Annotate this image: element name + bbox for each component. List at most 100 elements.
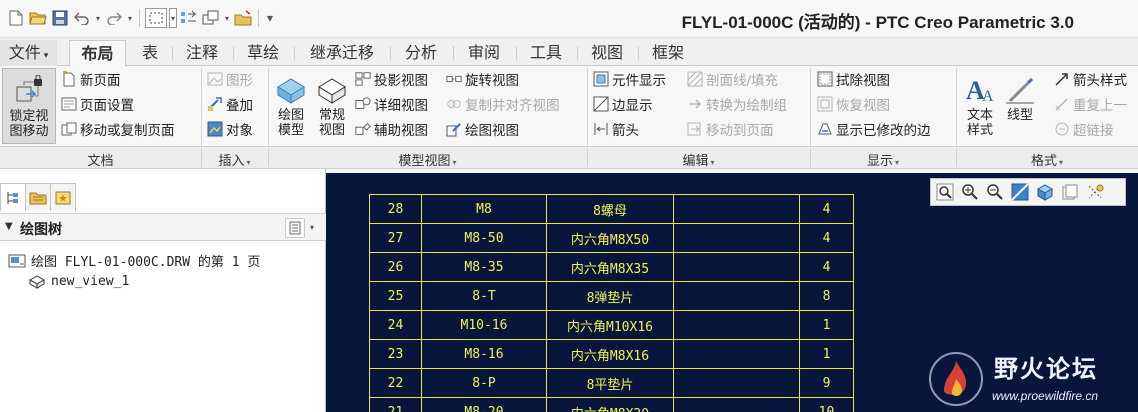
hyperlink-button[interactable]: 超链接 bbox=[1054, 118, 1114, 140]
repaint-icon[interactable] bbox=[1009, 181, 1031, 203]
revolved-view-button[interactable]: 旋转视图 bbox=[446, 68, 519, 90]
element-display-button[interactable]: 元件显示 bbox=[593, 68, 666, 90]
chevron-down-icon: ▾ bbox=[1059, 158, 1064, 167]
object-button[interactable]: 对象 bbox=[207, 118, 253, 140]
drawing-view-icon bbox=[446, 121, 462, 137]
chevron-down-icon: ▾ bbox=[895, 158, 900, 167]
copy-align-view-button[interactable]: 复制并对齐视图 bbox=[446, 93, 560, 115]
general-view-button[interactable]: 常规视图 bbox=[311, 68, 353, 144]
annotation-display-icon[interactable] bbox=[1084, 181, 1106, 203]
sheets-icon[interactable] bbox=[1059, 181, 1081, 203]
group-label-format[interactable]: 格式 ▾ bbox=[956, 150, 1138, 169]
tab-model-tree[interactable] bbox=[0, 183, 26, 211]
button-label: 边显示 bbox=[612, 98, 653, 114]
group-label-model-views[interactable]: 模型视图 ▾ bbox=[268, 150, 587, 169]
overlay-button[interactable]: 叠加 bbox=[207, 93, 253, 115]
table-cell-name: 内六角M8X50 bbox=[546, 223, 674, 253]
tab-separator bbox=[172, 46, 173, 60]
drawing-canvas[interactable]: 28 M8 8螺母 4 27 M8-50 内六角M8X50 4 26 M8-35 内六角M8X35 4… bbox=[326, 169, 1138, 412]
select-dropdown-icon[interactable]: ▾ bbox=[169, 8, 177, 28]
button-label: 箭头样式 bbox=[1073, 73, 1127, 89]
tab-framework[interactable]: 框架 bbox=[640, 40, 696, 66]
page-setup-button[interactable]: 页面设置 bbox=[61, 93, 134, 115]
tab-separator bbox=[516, 46, 517, 60]
move-copy-page-button[interactable]: 移动或复制页面 bbox=[61, 118, 175, 140]
navigator-panel: ▼ 绘图树 ▾ 绘图 FLYL-01-000C.DRW 的第 1 页 new_v… bbox=[0, 169, 326, 412]
tab-table[interactable]: 表 bbox=[130, 40, 170, 66]
save-icon[interactable] bbox=[50, 8, 70, 28]
copy-align-icon bbox=[446, 96, 462, 112]
model-tree-icon bbox=[7, 191, 18, 204]
drawing-model-button[interactable]: 绘图模型 bbox=[270, 68, 312, 144]
customize-toolbar-icon[interactable]: ▼ bbox=[264, 8, 276, 28]
tab-file[interactable]: 文件 ▾ bbox=[0, 40, 57, 66]
convert-to-draft-group-button[interactable]: 转换为绘制组 bbox=[687, 93, 787, 115]
tree-node-view[interactable]: new_view_1 bbox=[28, 273, 129, 289]
tab-annotate[interactable]: 注释 bbox=[174, 40, 230, 66]
open-folder-icon[interactable] bbox=[28, 8, 48, 28]
regenerate-icon[interactable] bbox=[179, 8, 199, 28]
edge-display-button[interactable]: 边显示 bbox=[593, 93, 653, 115]
select-box-icon[interactable] bbox=[145, 8, 167, 28]
button-label: 旋转视图 bbox=[465, 73, 519, 89]
show-modified-edges-button[interactable]: 显示已修改的边 bbox=[817, 118, 931, 140]
tab-favorites[interactable] bbox=[50, 183, 76, 211]
tab-folder-browser[interactable] bbox=[25, 183, 51, 211]
repeat-last-button[interactable]: 重复上一 bbox=[1054, 93, 1127, 115]
table-cell-note bbox=[673, 339, 800, 369]
tab-sketch[interactable]: 草绘 bbox=[235, 40, 291, 66]
tab-legacy-migration[interactable]: 继承迁移 bbox=[296, 40, 388, 66]
auxiliary-view-button[interactable]: 辅助视图 bbox=[355, 118, 428, 140]
windows-dropdown-icon[interactable]: ▾ bbox=[223, 8, 231, 28]
tab-view[interactable]: 视图 bbox=[579, 40, 635, 66]
chevron-down-icon: ▾ bbox=[710, 158, 715, 167]
tree-settings-button[interactable] bbox=[285, 218, 305, 238]
group-label-edit[interactable]: 编辑 ▾ bbox=[587, 150, 810, 169]
detailed-view-button[interactable]: 详细视图 bbox=[355, 93, 428, 115]
tab-separator bbox=[390, 46, 391, 60]
text-style-button[interactable]: AA 文本样式 bbox=[960, 68, 1000, 144]
windows-icon[interactable] bbox=[201, 8, 221, 28]
tab-tools[interactable]: 工具 bbox=[518, 40, 574, 66]
arrow-button[interactable]: 箭头 bbox=[593, 118, 639, 140]
redo-dropdown-icon[interactable]: ▾ bbox=[126, 8, 134, 28]
button-label: 投影视图 bbox=[374, 73, 428, 89]
drawing-sheet-icon bbox=[8, 253, 26, 269]
close-window-icon[interactable] bbox=[233, 8, 253, 28]
drawing-view-button[interactable]: 绘图视图 bbox=[446, 118, 519, 140]
new-page-button[interactable]: 新页面 bbox=[61, 68, 121, 90]
undo-icon[interactable] bbox=[72, 8, 92, 28]
move-to-page-button[interactable]: 移动到页面 bbox=[687, 118, 774, 140]
display-style-icon[interactable] bbox=[1034, 181, 1056, 203]
line-style-button[interactable]: 线型 bbox=[1000, 68, 1040, 144]
table-row: 24 M10-16 内六角M10X16 1 bbox=[369, 310, 854, 340]
chevron-down-icon[interactable]: ▾ bbox=[310, 223, 314, 232]
projection-view-button[interactable]: 投影视图 bbox=[355, 68, 428, 90]
tab-layout[interactable]: 布局 bbox=[69, 40, 126, 67]
table-cell-name: 8弹垫片 bbox=[546, 281, 674, 311]
tab-analysis[interactable]: 分析 bbox=[392, 40, 450, 66]
section-line-fill-button[interactable]: 剖面线/填充 bbox=[687, 68, 778, 90]
graphics-button[interactable]: 图形 bbox=[207, 68, 253, 90]
tree-node-drawing-sheet[interactable]: 绘图 FLYL-01-000C.DRW 的第 1 页 bbox=[8, 251, 260, 270]
button-label: 线型 bbox=[1006, 108, 1033, 123]
undo-dropdown-icon[interactable]: ▾ bbox=[94, 8, 102, 28]
redo-icon[interactable] bbox=[104, 8, 124, 28]
group-label-display[interactable]: 显示 ▾ bbox=[810, 150, 956, 169]
button-label: 移动或复制页面 bbox=[80, 123, 175, 139]
new-file-icon[interactable] bbox=[6, 8, 26, 28]
tab-separator bbox=[294, 46, 295, 60]
collapse-icon[interactable]: ▼ bbox=[5, 221, 13, 232]
table-cell-note bbox=[673, 397, 800, 412]
lock-view-movement-button[interactable]: 锁定视图移动 bbox=[2, 68, 56, 144]
zoom-out-icon[interactable] bbox=[984, 181, 1006, 203]
erase-view-button[interactable]: 拭除视图 bbox=[817, 68, 890, 90]
detailed-view-icon bbox=[355, 96, 371, 112]
refit-icon[interactable] bbox=[934, 181, 956, 203]
tab-review[interactable]: 审阅 bbox=[455, 40, 513, 66]
group-label-insert[interactable]: 插入 ▾ bbox=[201, 150, 268, 169]
button-label: 拭除视图 bbox=[836, 73, 890, 89]
arrow-style-button[interactable]: 箭头样式 bbox=[1054, 68, 1127, 90]
zoom-in-icon[interactable] bbox=[959, 181, 981, 203]
resume-view-button[interactable]: 恢复视图 bbox=[817, 93, 890, 115]
